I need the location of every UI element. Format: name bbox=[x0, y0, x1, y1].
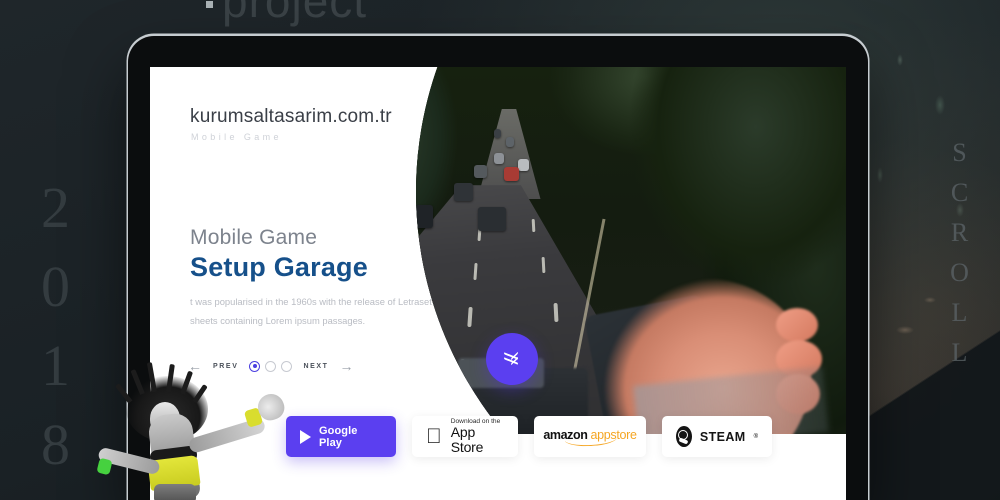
apple-logo-icon:  bbox=[426, 426, 442, 447]
hero-description: t was popularised in the 1960s with the … bbox=[190, 292, 442, 331]
hero-description-line2: sheets containing Lorem ipsum passages. bbox=[190, 315, 366, 327]
steam-logo-icon bbox=[676, 426, 692, 447]
store-buttons-row: Google Play  Download on the App Store … bbox=[286, 416, 772, 457]
year-vertical-label: 2018 bbox=[23, 175, 88, 491]
hero-car bbox=[504, 167, 519, 181]
hero-car bbox=[474, 165, 487, 178]
hero-car bbox=[416, 205, 433, 228]
dancer-left-wristband bbox=[96, 457, 113, 476]
site-brand: kurumsaltasarim.com.tr bbox=[190, 106, 392, 127]
hero-image bbox=[416, 67, 846, 434]
steam-button[interactable]: STEAM ® bbox=[662, 416, 772, 457]
scroll-down-button[interactable] bbox=[486, 333, 538, 385]
hero-car bbox=[506, 137, 514, 147]
next-button-label[interactable]: NEXT bbox=[303, 363, 328, 370]
double-chevron-down-icon bbox=[504, 351, 520, 367]
next-arrow-icon[interactable]: → bbox=[340, 359, 354, 373]
dancer-photo-overlay bbox=[92, 362, 292, 500]
dancer-lower-body bbox=[154, 484, 196, 500]
project-word-dot bbox=[206, 1, 213, 8]
hero-car bbox=[478, 207, 506, 231]
steam-label: STEAM bbox=[699, 429, 746, 444]
hero-lane-dash bbox=[531, 218, 536, 233]
steam-trademark: ® bbox=[753, 433, 758, 440]
hero-finger bbox=[776, 308, 818, 342]
app-store-button[interactable]:  Download on the App Store bbox=[412, 416, 518, 457]
hero-description-line1: t was popularised in the 1960s with the … bbox=[190, 296, 432, 307]
hero-headline: Setup Garage bbox=[190, 252, 368, 282]
play-triangle-icon bbox=[300, 429, 311, 444]
amazon-appstore-button[interactable]: amazon appstore bbox=[534, 416, 646, 457]
google-play-label: Google Play bbox=[319, 424, 358, 449]
google-play-button[interactable]: Google Play bbox=[286, 416, 396, 457]
app-store-label: App Store bbox=[439, 424, 500, 454]
scroll-vertical-label: SCROLL bbox=[945, 138, 974, 378]
hero-kicker: Mobile Game bbox=[190, 226, 318, 249]
project-word: project bbox=[222, 0, 368, 27]
hero-car bbox=[518, 159, 529, 171]
hero-car bbox=[454, 183, 473, 201]
hero-road-scene bbox=[416, 67, 846, 434]
hero-car bbox=[494, 153, 504, 164]
app-store-text: Download on the App Store bbox=[451, 418, 504, 455]
site-brand-subtitle: Mobile Game bbox=[191, 132, 282, 142]
hero-car bbox=[494, 129, 501, 138]
